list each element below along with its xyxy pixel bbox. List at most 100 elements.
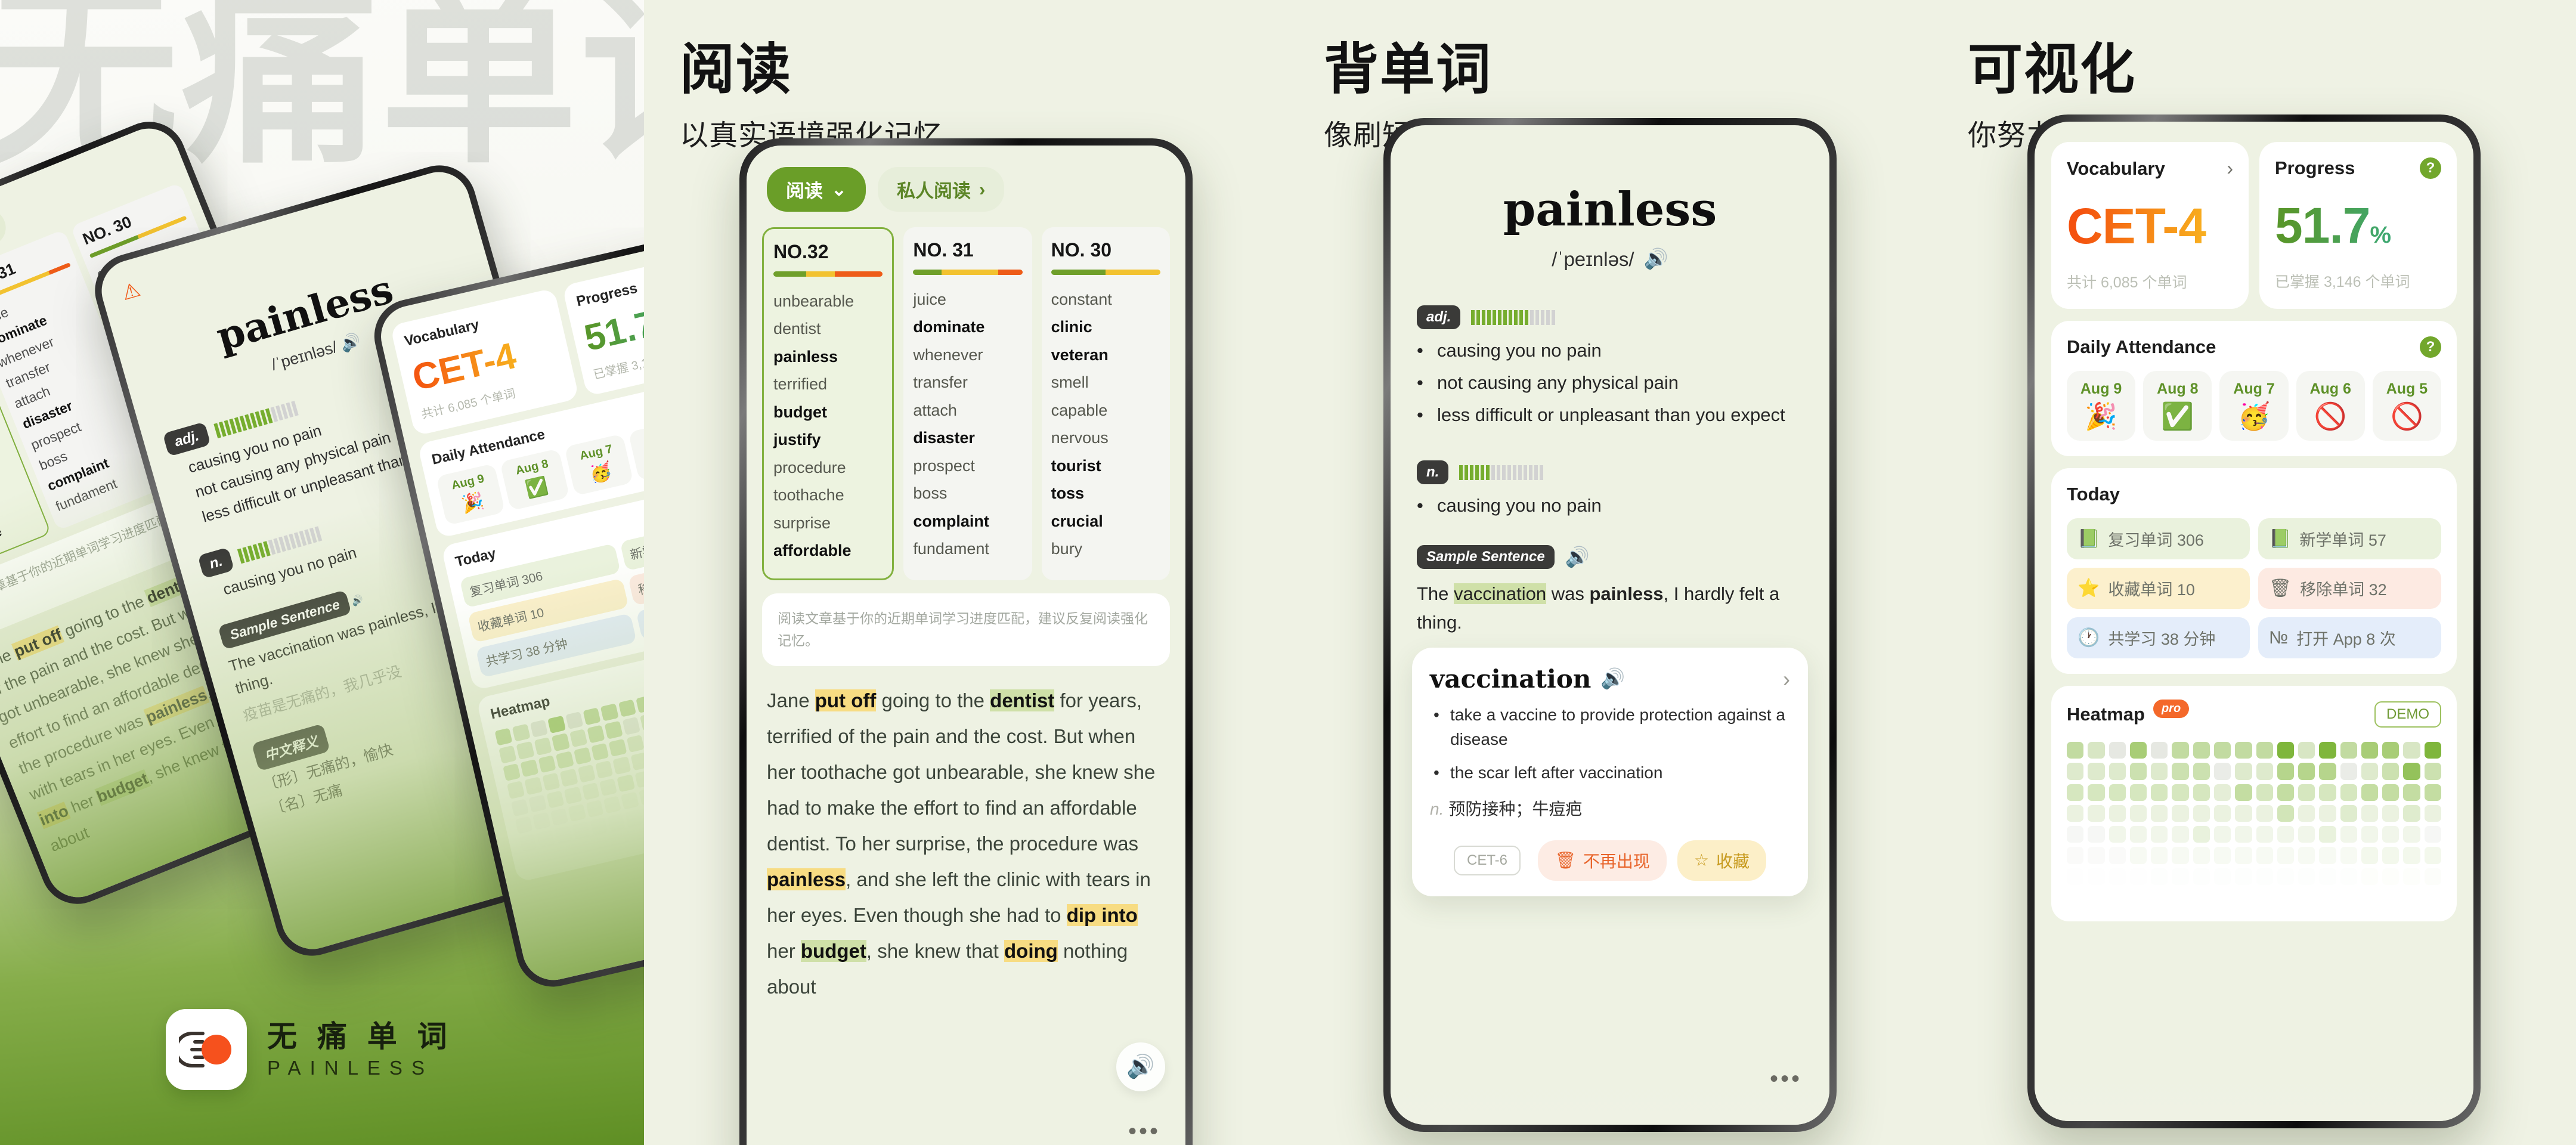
chevron-right-icon[interactable]: › [1783, 667, 1790, 692]
word-item[interactable]: terrified [773, 370, 883, 398]
ellipsis-icon[interactable]: ••• [1770, 1066, 1802, 1093]
highlighted-word[interactable]: budget [800, 940, 866, 963]
word-item[interactable]: tourist [1051, 452, 1160, 479]
highlighted-word[interactable]: dip into [1066, 904, 1138, 927]
heatmap-cell [2319, 742, 2336, 759]
attendance-day[interactable]: Aug 9 🎉 [435, 463, 506, 526]
attendance-day[interactable]: Aug 6 🚫 [2296, 371, 2365, 441]
highlighted-word[interactable]: put off [11, 625, 64, 661]
bold-word[interactable]: painless [1589, 583, 1663, 604]
word-item[interactable]: prospect [913, 452, 1022, 479]
highlighted-word[interactable]: painless [767, 868, 846, 891]
favorite-word-button[interactable]: ☆ 收藏 [1677, 840, 1766, 881]
attendance-day[interactable]: Aug 9 🎉 [2067, 371, 2136, 441]
today-stat-chip[interactable]: 📗 复习单词 306 [2067, 518, 2250, 559]
word-item[interactable]: whenever [913, 341, 1022, 369]
attendance-day[interactable]: Aug 7 🥳 [564, 434, 634, 496]
highlighted-word[interactable]: doing [1004, 940, 1058, 963]
heatmap-cell [2109, 868, 2126, 885]
word-item[interactable]: capable [1051, 397, 1160, 424]
heatmap-cell [528, 794, 547, 813]
word-item[interactable]: transfer [913, 369, 1022, 396]
today-stat-chip[interactable]: 🕐 共学习 38 分钟 [2067, 617, 2250, 658]
word-item[interactable]: attach [913, 397, 1022, 424]
word-column[interactable]: NO. 30 constantclinicveteransmellcapablen… [1041, 227, 1170, 581]
highlighted-word[interactable]: put off [815, 689, 877, 711]
highlighted-word[interactable]: painless [143, 686, 210, 727]
word-item[interactable]: juice [913, 286, 1022, 313]
attendance-day[interactable]: Aug 8 ✅ [500, 448, 570, 511]
word-item[interactable]: bury [1051, 535, 1160, 562]
word-column-number: NO. 31 [913, 239, 974, 261]
speaker-icon[interactable]: 🔊 [1600, 667, 1625, 691]
word-item[interactable]: crucial [1051, 507, 1160, 535]
help-icon[interactable]: ? [2420, 336, 2441, 358]
definition-item-noun: causing you no pain [1391, 484, 1829, 516]
word-column-list: NO.32 unbearable dentist painless terrified b… [747, 212, 1185, 581]
highlighted-word[interactable]: vaccination [1454, 583, 1547, 604]
today-stat-chip[interactable]: ⭐ 收藏单词 10 [2067, 568, 2250, 609]
speaker-icon[interactable]: 🔊 [1116, 1042, 1165, 1091]
word-item[interactable]: affordable [773, 537, 883, 564]
heatmap-cell [2256, 784, 2273, 801]
headline-reading: 阅读 以真实语境强化记忆 [644, 0, 1288, 153]
phone-mockup-reading: 阅读 ⌄ 私人阅读 › NO.32 unbearable dentist painle… [739, 138, 1193, 1145]
word-item[interactable]: justify [773, 426, 883, 453]
speaker-icon[interactable]: 🔊 [1565, 546, 1590, 569]
heatmap-cell [2193, 868, 2210, 885]
heatmap-cell [577, 764, 596, 783]
word-item[interactable]: complaint [913, 507, 1022, 535]
attendance-day[interactable]: Aug 7 🥳 [2219, 371, 2289, 441]
heatmap-cell [2213, 804, 2231, 822]
highlighted-word[interactable]: dentist [990, 689, 1055, 711]
heatmap-cell [2235, 826, 2252, 843]
word-item[interactable]: boss [913, 479, 1022, 507]
tab-private-reading[interactable]: 私人阅读 › [877, 167, 1005, 212]
vocabulary-card[interactable]: Vocabulary › CET-4 共计 6,085 个单词 [2051, 142, 2249, 309]
word-item[interactable]: nervous [1051, 424, 1160, 451]
word-item[interactable]: constant [1051, 286, 1160, 313]
attendance-day[interactable]: Aug 8 ✅ [2143, 371, 2212, 441]
heatmap-cell [2129, 763, 2147, 780]
word-item[interactable]: budget [773, 398, 883, 426]
attendance-day[interactable]: Aug 5 🚫 [2372, 371, 2442, 441]
brand-lockup: 无 痛 单 词 PAINLESS [166, 1009, 453, 1090]
word-item[interactable]: clinic [1051, 313, 1160, 341]
heatmap-cell [2256, 742, 2273, 759]
pro-badge: pro [2153, 699, 2190, 718]
highlighted-word[interactable]: budget [94, 769, 151, 806]
word-item[interactable]: procedure [773, 454, 883, 481]
help-icon[interactable]: ? [2420, 157, 2441, 179]
heatmap-cell [2213, 826, 2231, 843]
speaker-icon[interactable]: 🔊 [1644, 247, 1668, 271]
word-popup-card[interactable]: vaccination 🔊 › take a vaccine to provid… [1412, 648, 1808, 896]
today-stat-chip[interactable]: 📗 新学单词 57 [2258, 518, 2441, 559]
word-item[interactable]: unbearable [773, 287, 883, 315]
heatmap-title: Heatmap [2067, 704, 2145, 725]
word-item[interactable]: dominate [913, 313, 1022, 341]
word-item[interactable]: smell [1051, 369, 1160, 396]
word-item[interactable]: disaster [913, 424, 1022, 451]
today-stat-chip[interactable]: 🗑 移除单词 32 [2258, 568, 2441, 609]
word-item[interactable]: fundament [913, 535, 1022, 562]
mastery-segment [1475, 465, 1479, 480]
heatmap-cell [2151, 868, 2168, 885]
word-item[interactable]: dentist [773, 315, 883, 342]
word-column[interactable]: NO. 31 juicedominatewhenevertransferattac… [903, 227, 1032, 581]
chevron-right-icon[interactable]: › [2227, 157, 2233, 180]
word-item[interactable]: surprise [773, 509, 883, 537]
ellipsis-icon[interactable]: ••• [1128, 1118, 1160, 1145]
heatmap-cell [2172, 826, 2189, 843]
word-item[interactable]: painless [773, 343, 883, 370]
heatmap-cell [2277, 804, 2295, 822]
word-item[interactable]: veteran [1051, 341, 1160, 369]
today-stat-chip[interactable]: № 打开 App 8 次 [2258, 617, 2441, 658]
tab-reading[interactable]: 阅读 ⌄ [767, 167, 866, 212]
progress-card[interactable]: Progress ? 51.7% 已掌握 3,146 个单词 [2259, 142, 2457, 309]
word-column[interactable]: NO.32 unbearabledentistpainlessterrifiedb… [762, 227, 894, 581]
heatmap-cell [589, 817, 608, 836]
word-item[interactable]: toss [1051, 479, 1160, 507]
word-item[interactable]: toothache [773, 481, 883, 509]
brand-name-en: PAINLESS [267, 1056, 434, 1079]
remove-word-button[interactable]: 🗑 不再出现 [1538, 840, 1667, 881]
